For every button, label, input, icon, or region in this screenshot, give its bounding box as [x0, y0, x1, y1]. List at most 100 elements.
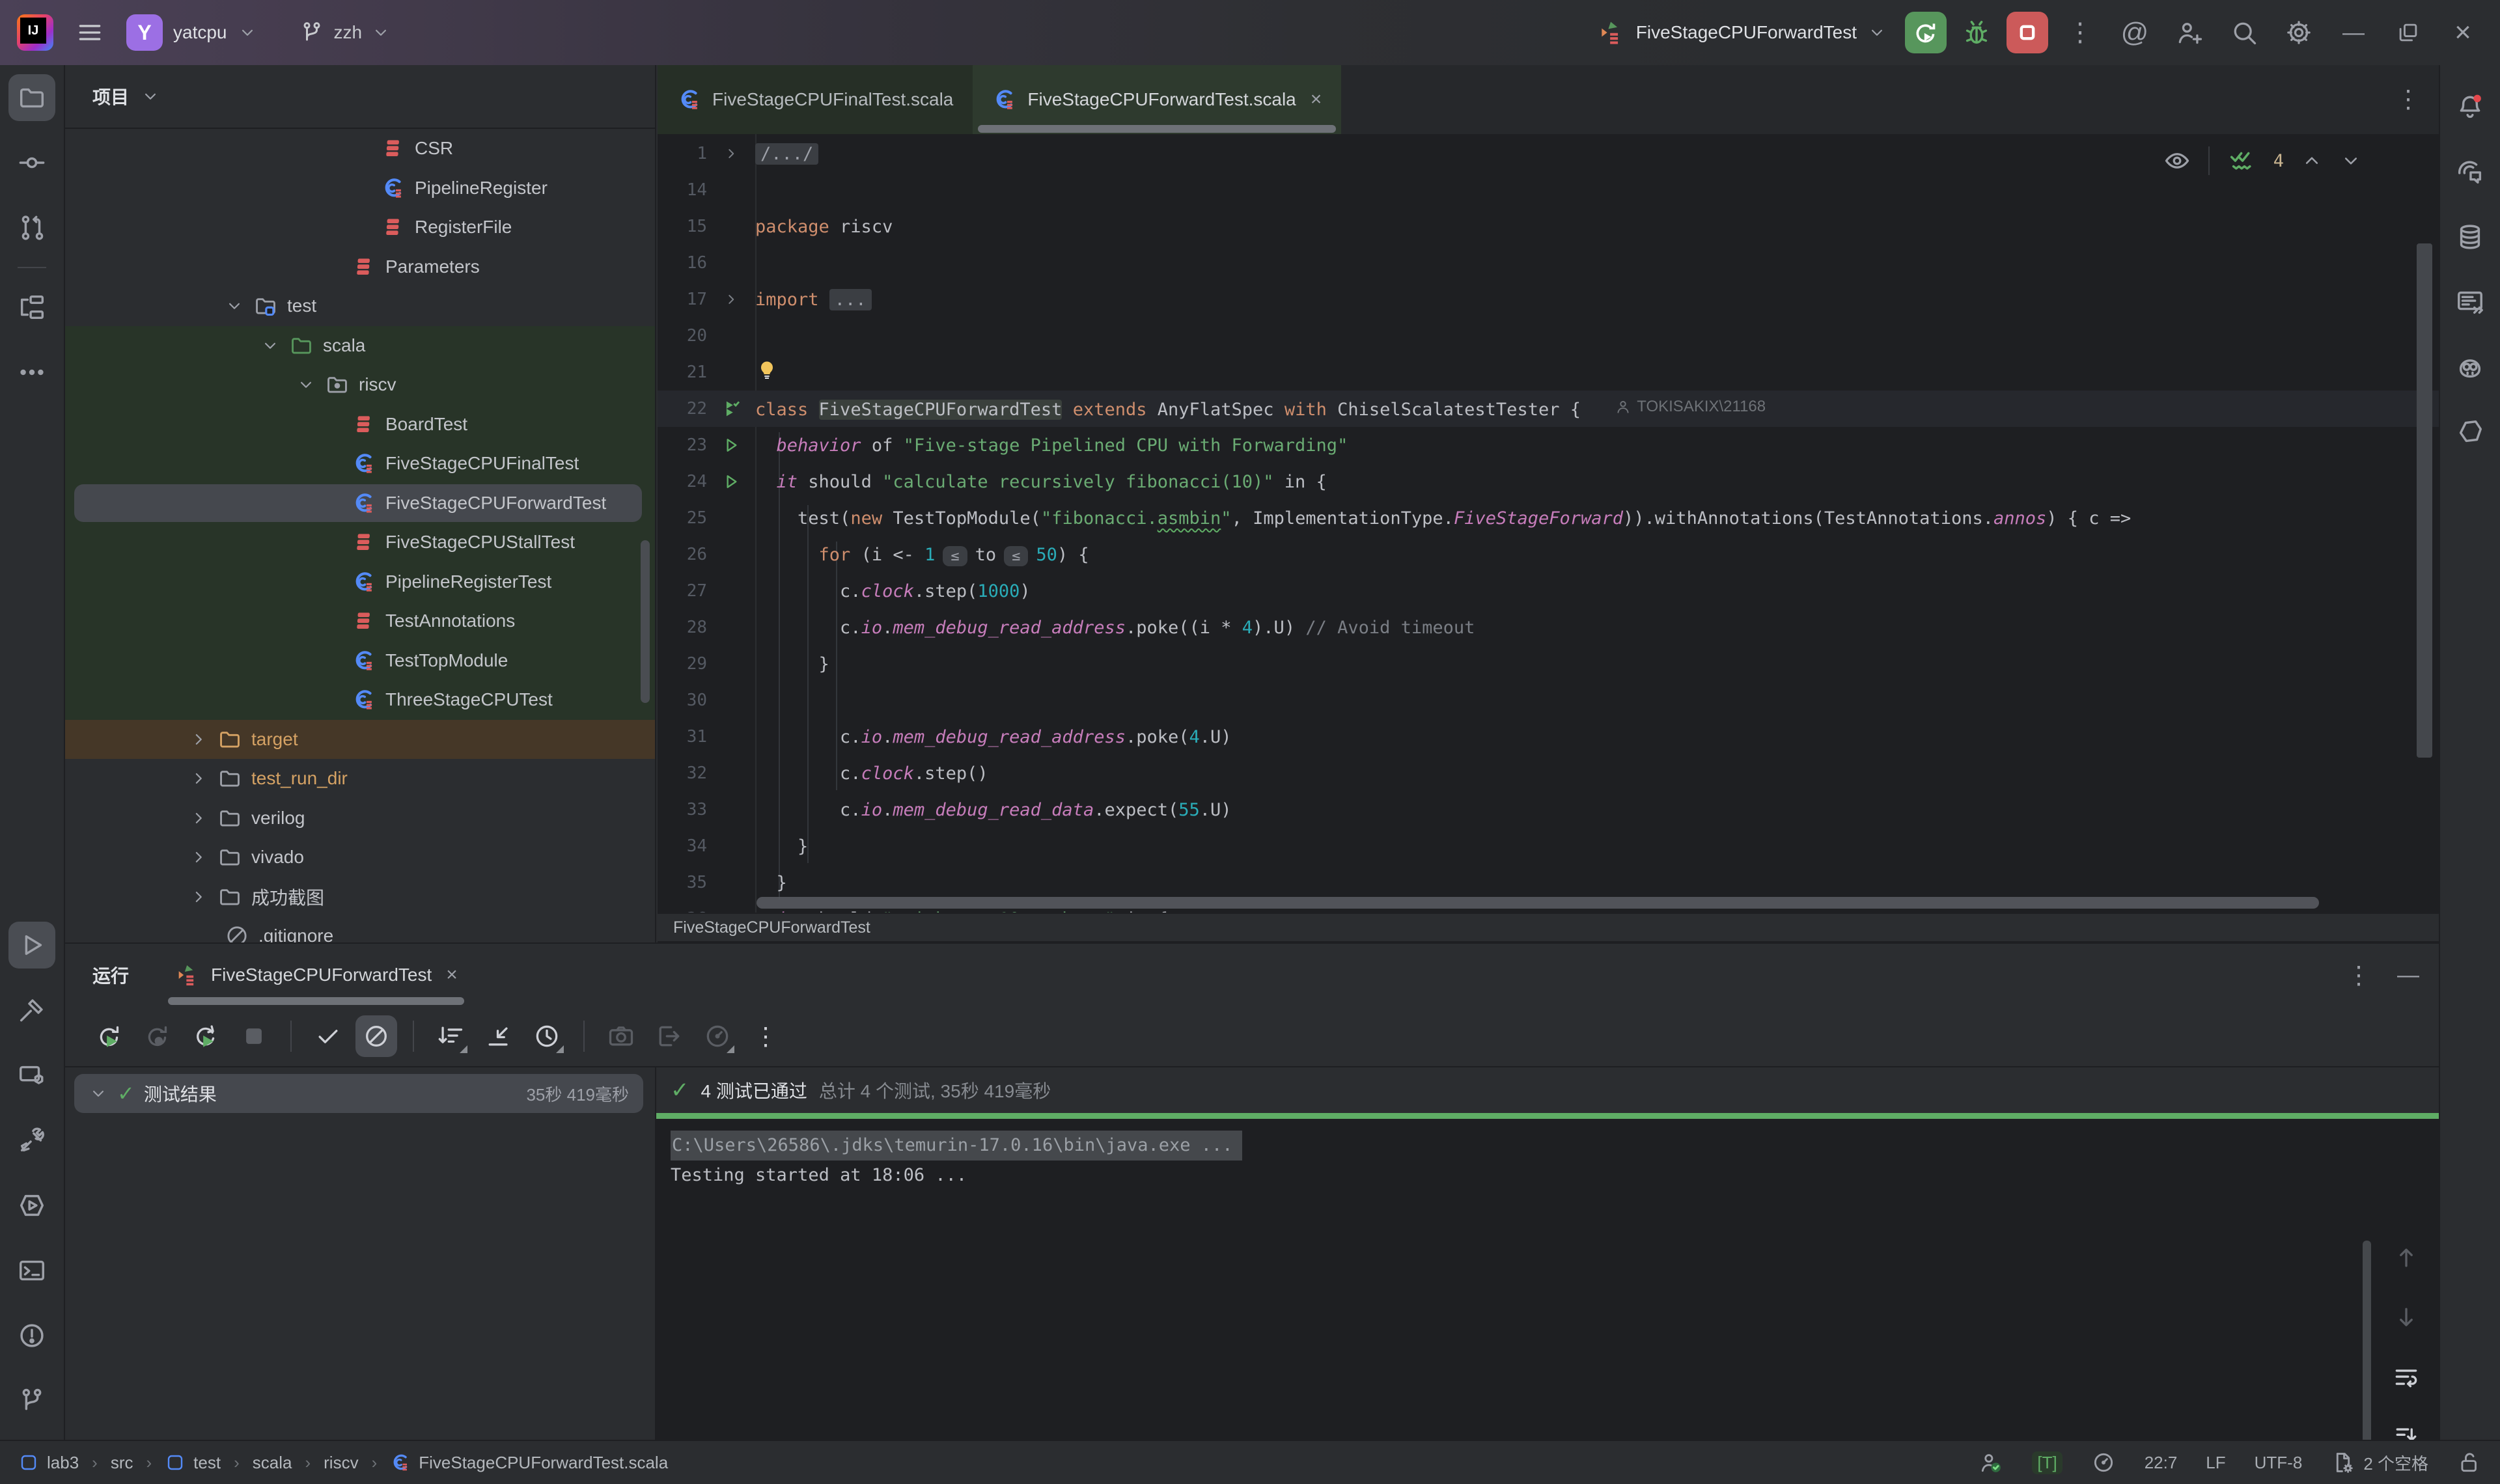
- snapshot-button[interactable]: [600, 1015, 642, 1057]
- breadcrumb-scala[interactable]: scala: [253, 1453, 292, 1473]
- code-line-31[interactable]: 31 c.io.mem_debug_read_address.poke(4.U): [658, 719, 2439, 755]
- tree-item-.gitignore[interactable]: .gitignore: [65, 916, 655, 942]
- code-line-14[interactable]: 14: [658, 172, 2439, 208]
- tree-item-fivestagecpustalltest[interactable]: FiveStageCPUStallTest: [65, 523, 655, 562]
- hide-run-panel-icon[interactable]: —: [2397, 963, 2419, 988]
- breadcrumb-lab3[interactable]: lab3: [18, 1452, 79, 1473]
- sort-tests-button[interactable]: [430, 1015, 471, 1057]
- tree-item-parameters[interactable]: Parameters: [65, 247, 655, 287]
- rerun-failed-tests-button[interactable]: [137, 1015, 178, 1057]
- tab-options-icon[interactable]: ⋮: [2396, 85, 2421, 114]
- next-occurrence-button[interactable]: [2385, 1297, 2427, 1338]
- tree-item-test_run_dir[interactable]: test_run_dir: [65, 759, 655, 799]
- code-line-17[interactable]: 17import ...: [658, 281, 2439, 318]
- show-ignored-button[interactable]: [355, 1015, 397, 1057]
- close-tab-icon[interactable]: ×: [1311, 89, 1322, 111]
- inspections-passed-icon[interactable]: [2227, 146, 2257, 176]
- run-console[interactable]: C:\Users\26586\.jdks\temurin-17.0.16\bin…: [656, 1119, 2439, 1440]
- prev-occurrence-button[interactable]: [2385, 1237, 2427, 1278]
- toggle-auto-test-button[interactable]: [185, 1015, 227, 1057]
- next-problem-icon[interactable]: [2340, 150, 2362, 172]
- tree-item-riscv[interactable]: riscv: [65, 365, 655, 405]
- more-run-actions-button[interactable]: ⋮: [745, 1015, 786, 1057]
- tree-item-fivestagecpufinaltest[interactable]: FiveStageCPUFinalTest: [65, 444, 655, 484]
- highlighting-level-icon[interactable]: [2163, 146, 2191, 175]
- main-menu-icon[interactable]: [76, 18, 104, 47]
- problems-tool-button[interactable]: [8, 1312, 55, 1359]
- ai-assistant-chat-button[interactable]: [2447, 148, 2493, 195]
- run-tab[interactable]: FiveStageCPUForwardTest ×: [168, 944, 464, 1006]
- code-editor[interactable]: 1/.../1415package riscv1617import ...202…: [658, 134, 2439, 913]
- soft-wrap-button[interactable]: [2385, 1356, 2427, 1398]
- code-line-21[interactable]: 21: [658, 354, 2439, 391]
- tree-item-testtopmodule[interactable]: TestTopModule: [65, 641, 655, 681]
- project-tool-button[interactable]: [8, 74, 55, 121]
- tree-item-csr[interactable]: CSR: [65, 129, 655, 169]
- tree-item-pipelineregistertest[interactable]: PipelineRegisterTest: [65, 562, 655, 602]
- show-passed-button[interactable]: [307, 1015, 349, 1057]
- code-line-28[interactable]: 28 c.io.mem_debug_read_address.poke((i *…: [658, 609, 2439, 646]
- tree-item-testannotations[interactable]: TestAnnotations: [65, 601, 655, 641]
- tree-item-threestagecputest[interactable]: ThreeStageCPUTest: [65, 680, 655, 720]
- code-line-22[interactable]: 22class FiveStageCPUForwardTest extends …: [658, 391, 2439, 427]
- tree-item-test[interactable]: test: [65, 286, 655, 326]
- restore-button[interactable]: [2385, 10, 2431, 55]
- breadcrumb-riscv[interactable]: riscv: [324, 1453, 358, 1473]
- tree-item-target[interactable]: target: [65, 720, 655, 760]
- more-actions-icon[interactable]: ⋮: [2057, 10, 2103, 55]
- jump-to-source-button[interactable]: [478, 1015, 520, 1057]
- commit-tool-button[interactable]: [8, 139, 55, 186]
- run-configuration-selector[interactable]: FiveStageCPUForwardTest: [1597, 18, 1887, 47]
- editor-tab-fivestagecpufinaltest.scala[interactable]: FiveStageCPUFinalTest.scala: [658, 65, 973, 134]
- console-scrollbar[interactable]: [2363, 1241, 2371, 1440]
- structure-tool-button[interactable]: [8, 284, 55, 331]
- export-test-results-button[interactable]: [648, 1015, 690, 1057]
- breadcrumb-test[interactable]: test: [165, 1452, 221, 1473]
- tree-item-fivestagecpuforwardtest[interactable]: FiveStageCPUForwardTest: [65, 484, 655, 523]
- mentions-button[interactable]: @: [2112, 10, 2158, 55]
- scroll-to-end-button[interactable]: [2385, 1416, 2427, 1440]
- readonly-toggle[interactable]: [2457, 1450, 2482, 1475]
- branch-widget[interactable]: zzh: [299, 20, 391, 46]
- code-line-15[interactable]: 15package riscv: [658, 208, 2439, 245]
- prev-problem-icon[interactable]: [2301, 150, 2323, 172]
- translation-widget[interactable]: [T]: [2032, 1451, 2062, 1474]
- rerun-tests-button[interactable]: [89, 1015, 130, 1057]
- code-line-27[interactable]: 27 c.clock.step(1000): [658, 573, 2439, 609]
- code-line-20[interactable]: 20: [658, 318, 2439, 354]
- editor-tab-fivestagecpuforwardtest.scala[interactable]: FiveStageCPUForwardTest.scala×: [973, 65, 1341, 134]
- project-widget[interactable]: Y yatcpu: [126, 14, 257, 51]
- tree-item-pipelineregister[interactable]: PipelineRegister: [65, 169, 655, 208]
- plugin-tool-button[interactable]: [2447, 409, 2493, 456]
- ai-agent-tool-button[interactable]: [2447, 344, 2493, 391]
- search-everywhere-button[interactable]: [2221, 10, 2267, 55]
- tree-item-registerfile[interactable]: RegisterFile: [65, 208, 655, 247]
- minimize-button[interactable]: —: [2331, 10, 2376, 55]
- editor-breadcrumb[interactable]: FiveStageCPUForwardTest: [658, 913, 2439, 941]
- test-history-button[interactable]: [526, 1015, 568, 1057]
- code-with-me-widget[interactable]: [1979, 1450, 2003, 1475]
- close-run-tab-icon[interactable]: ×: [446, 964, 458, 986]
- code-line-23[interactable]: 23 behavior of "Five-stage Pipelined CPU…: [658, 427, 2439, 463]
- indent-widget[interactable]: 2 个空格: [2331, 1450, 2428, 1475]
- tree-item-boardtest[interactable]: BoardTest: [65, 405, 655, 445]
- code-line-32[interactable]: 32 c.clock.step(): [658, 755, 2439, 791]
- run-panel-options-icon[interactable]: ⋮: [2346, 961, 2371, 990]
- project-panel-header[interactable]: 项目: [65, 65, 655, 129]
- close-button[interactable]: ×: [2440, 10, 2486, 55]
- performance-widget[interactable]: [2091, 1450, 2116, 1475]
- run-button[interactable]: [1905, 12, 1947, 53]
- caret-position-widget[interactable]: 22:7: [2145, 1453, 2178, 1473]
- documentation-tool-button[interactable]: [2447, 279, 2493, 325]
- code-line-34[interactable]: 34 }: [658, 828, 2439, 864]
- code-line-26[interactable]: 26 for (i <- 1≤to≤50) {: [658, 536, 2439, 573]
- encoding-widget[interactable]: UTF-8: [2255, 1453, 2303, 1473]
- test-results-root-row[interactable]: ✓ 测试结果 35秒 419毫秒: [74, 1074, 643, 1113]
- stop-button[interactable]: [233, 1015, 275, 1057]
- git-tool-button[interactable]: [8, 1377, 55, 1424]
- line-separator-widget[interactable]: LF: [2206, 1453, 2225, 1473]
- code-line-24[interactable]: 24 it should "calculate recursively fibo…: [658, 463, 2439, 500]
- profiler-tool-button[interactable]: [8, 1182, 55, 1229]
- horizontal-scrollbar[interactable]: [757, 897, 2319, 909]
- code-line-35[interactable]: 35 }: [658, 864, 2439, 901]
